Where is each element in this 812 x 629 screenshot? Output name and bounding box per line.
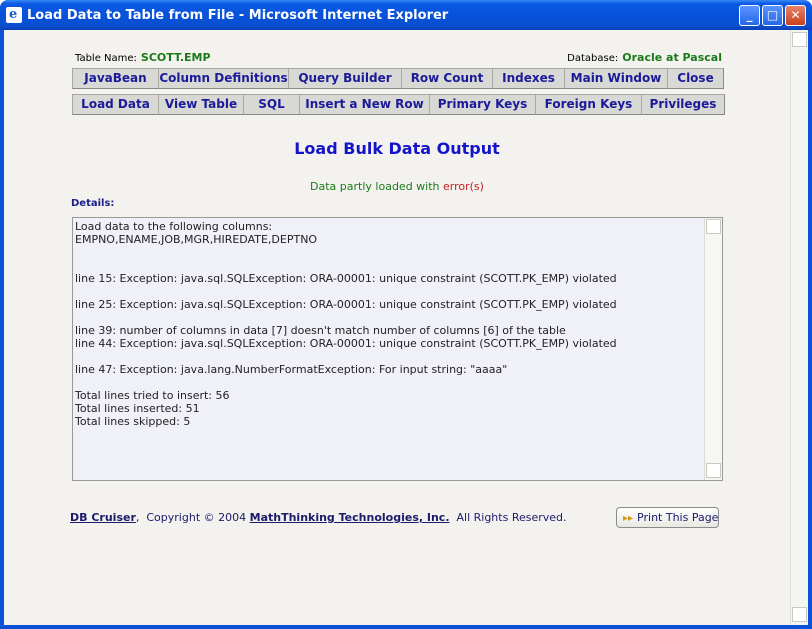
output-line: Load data to the following columns: bbox=[75, 220, 273, 233]
status-text: Data partly loaded with bbox=[310, 180, 440, 193]
status-message: Data partly loaded with error(s) bbox=[4, 180, 790, 193]
table-name-label: Table Name: bbox=[75, 53, 137, 64]
ie-page-icon: e bbox=[6, 7, 22, 23]
print-page-button[interactable]: ▸▸ Print This Page bbox=[616, 507, 719, 528]
output-scroll-down-button[interactable] bbox=[706, 463, 721, 478]
output-scroll-up-button[interactable] bbox=[706, 219, 721, 234]
output-text: Load data to the following columns: EMPNO… bbox=[75, 220, 703, 428]
table-name-value: SCOTT.EMP bbox=[140, 51, 211, 64]
footer: DB Cruiser, Copyright © 2004 MathThinkin… bbox=[70, 511, 567, 524]
browser-window: e Load Data to Table from File - Microso… bbox=[0, 0, 812, 629]
nav-row-2: Load Data View Table SQL Insert a New Ro… bbox=[72, 94, 725, 115]
nav-query-builder[interactable]: Query Builder bbox=[288, 68, 402, 89]
page-content: Table Name: SCOTT.EMP Database: Oracle at … bbox=[4, 30, 808, 625]
nav-foreign-keys[interactable]: Foreign Keys bbox=[535, 94, 642, 115]
window-title: Load Data to Table from File - Microsoft… bbox=[27, 8, 449, 23]
nav-column-definitions[interactable]: Column Definitions bbox=[158, 68, 289, 89]
nav-javabean[interactable]: JavaBean bbox=[72, 68, 159, 89]
nav-load-data[interactable]: Load Data bbox=[72, 94, 159, 115]
nav-primary-keys[interactable]: Primary Keys bbox=[429, 94, 536, 115]
output-textarea[interactable]: Load data to the following columns: EMPNO… bbox=[72, 217, 723, 481]
maximize-button[interactable]: □ bbox=[762, 5, 783, 26]
nav-main-window[interactable]: Main Window bbox=[564, 68, 668, 89]
title-bar: e Load Data to Table from File - Microso… bbox=[0, 0, 812, 30]
output-line: Total lines inserted: 51 bbox=[75, 402, 200, 415]
close-window-button[interactable]: ✕ bbox=[785, 5, 806, 26]
nav-close[interactable]: Close bbox=[667, 68, 724, 89]
output-line: line 44: Exception: java.sql.SQLExceptio… bbox=[75, 337, 617, 350]
minimize-button[interactable]: _ bbox=[739, 5, 760, 26]
nav-row-count[interactable]: Row Count bbox=[401, 68, 493, 89]
rights-text: All Rights Reserved. bbox=[449, 511, 567, 524]
print-page-label: Print This Page bbox=[637, 511, 719, 524]
output-scrollbar[interactable] bbox=[704, 218, 722, 480]
nav-row-1: JavaBean Column Definitions Query Builde… bbox=[72, 68, 724, 89]
database-value: Oracle at Pascal bbox=[622, 51, 722, 64]
output-line: line 39: number of columns in data [7] d… bbox=[75, 324, 566, 337]
output-line: EMPNO,ENAME,JOB,MGR,HIREDATE,DEPTNO bbox=[75, 233, 318, 246]
scroll-down-button[interactable] bbox=[792, 607, 807, 622]
database-info: Database: Oracle at Pascal bbox=[567, 51, 722, 64]
page-scrollbar[interactable] bbox=[790, 30, 808, 625]
nav-insert-new-row[interactable]: Insert a New Row bbox=[299, 94, 430, 115]
output-line: line 25: Exception: java.sql.SQLExceptio… bbox=[75, 298, 617, 311]
output-line: Total lines skipped: 5 bbox=[75, 415, 191, 428]
output-line: line 15: Exception: java.sql.SQLExceptio… bbox=[75, 272, 617, 285]
table-name-info: Table Name: SCOTT.EMP bbox=[75, 51, 211, 64]
database-label: Database: bbox=[567, 53, 619, 64]
scroll-up-button[interactable] bbox=[792, 32, 807, 47]
nav-indexes[interactable]: Indexes bbox=[492, 68, 565, 89]
output-line: Total lines tried to insert: 56 bbox=[75, 389, 230, 402]
details-label: Details: bbox=[71, 198, 115, 209]
db-cruiser-link[interactable]: DB Cruiser bbox=[70, 511, 136, 524]
company-link[interactable]: MathThinking Technologies, Inc. bbox=[250, 511, 450, 524]
status-error-text: error(s) bbox=[443, 180, 484, 193]
copyright-text: , Copyright © 2004 bbox=[135, 511, 250, 524]
nav-sql[interactable]: SQL bbox=[243, 94, 300, 115]
nav-privileges[interactable]: Privileges bbox=[641, 94, 725, 115]
output-line: line 47: Exception: java.lang.NumberForm… bbox=[75, 363, 508, 376]
page-title: Load Bulk Data Output bbox=[294, 139, 500, 158]
nav-view-table[interactable]: View Table bbox=[158, 94, 244, 115]
forward-arrows-icon: ▸▸ bbox=[623, 513, 634, 524]
